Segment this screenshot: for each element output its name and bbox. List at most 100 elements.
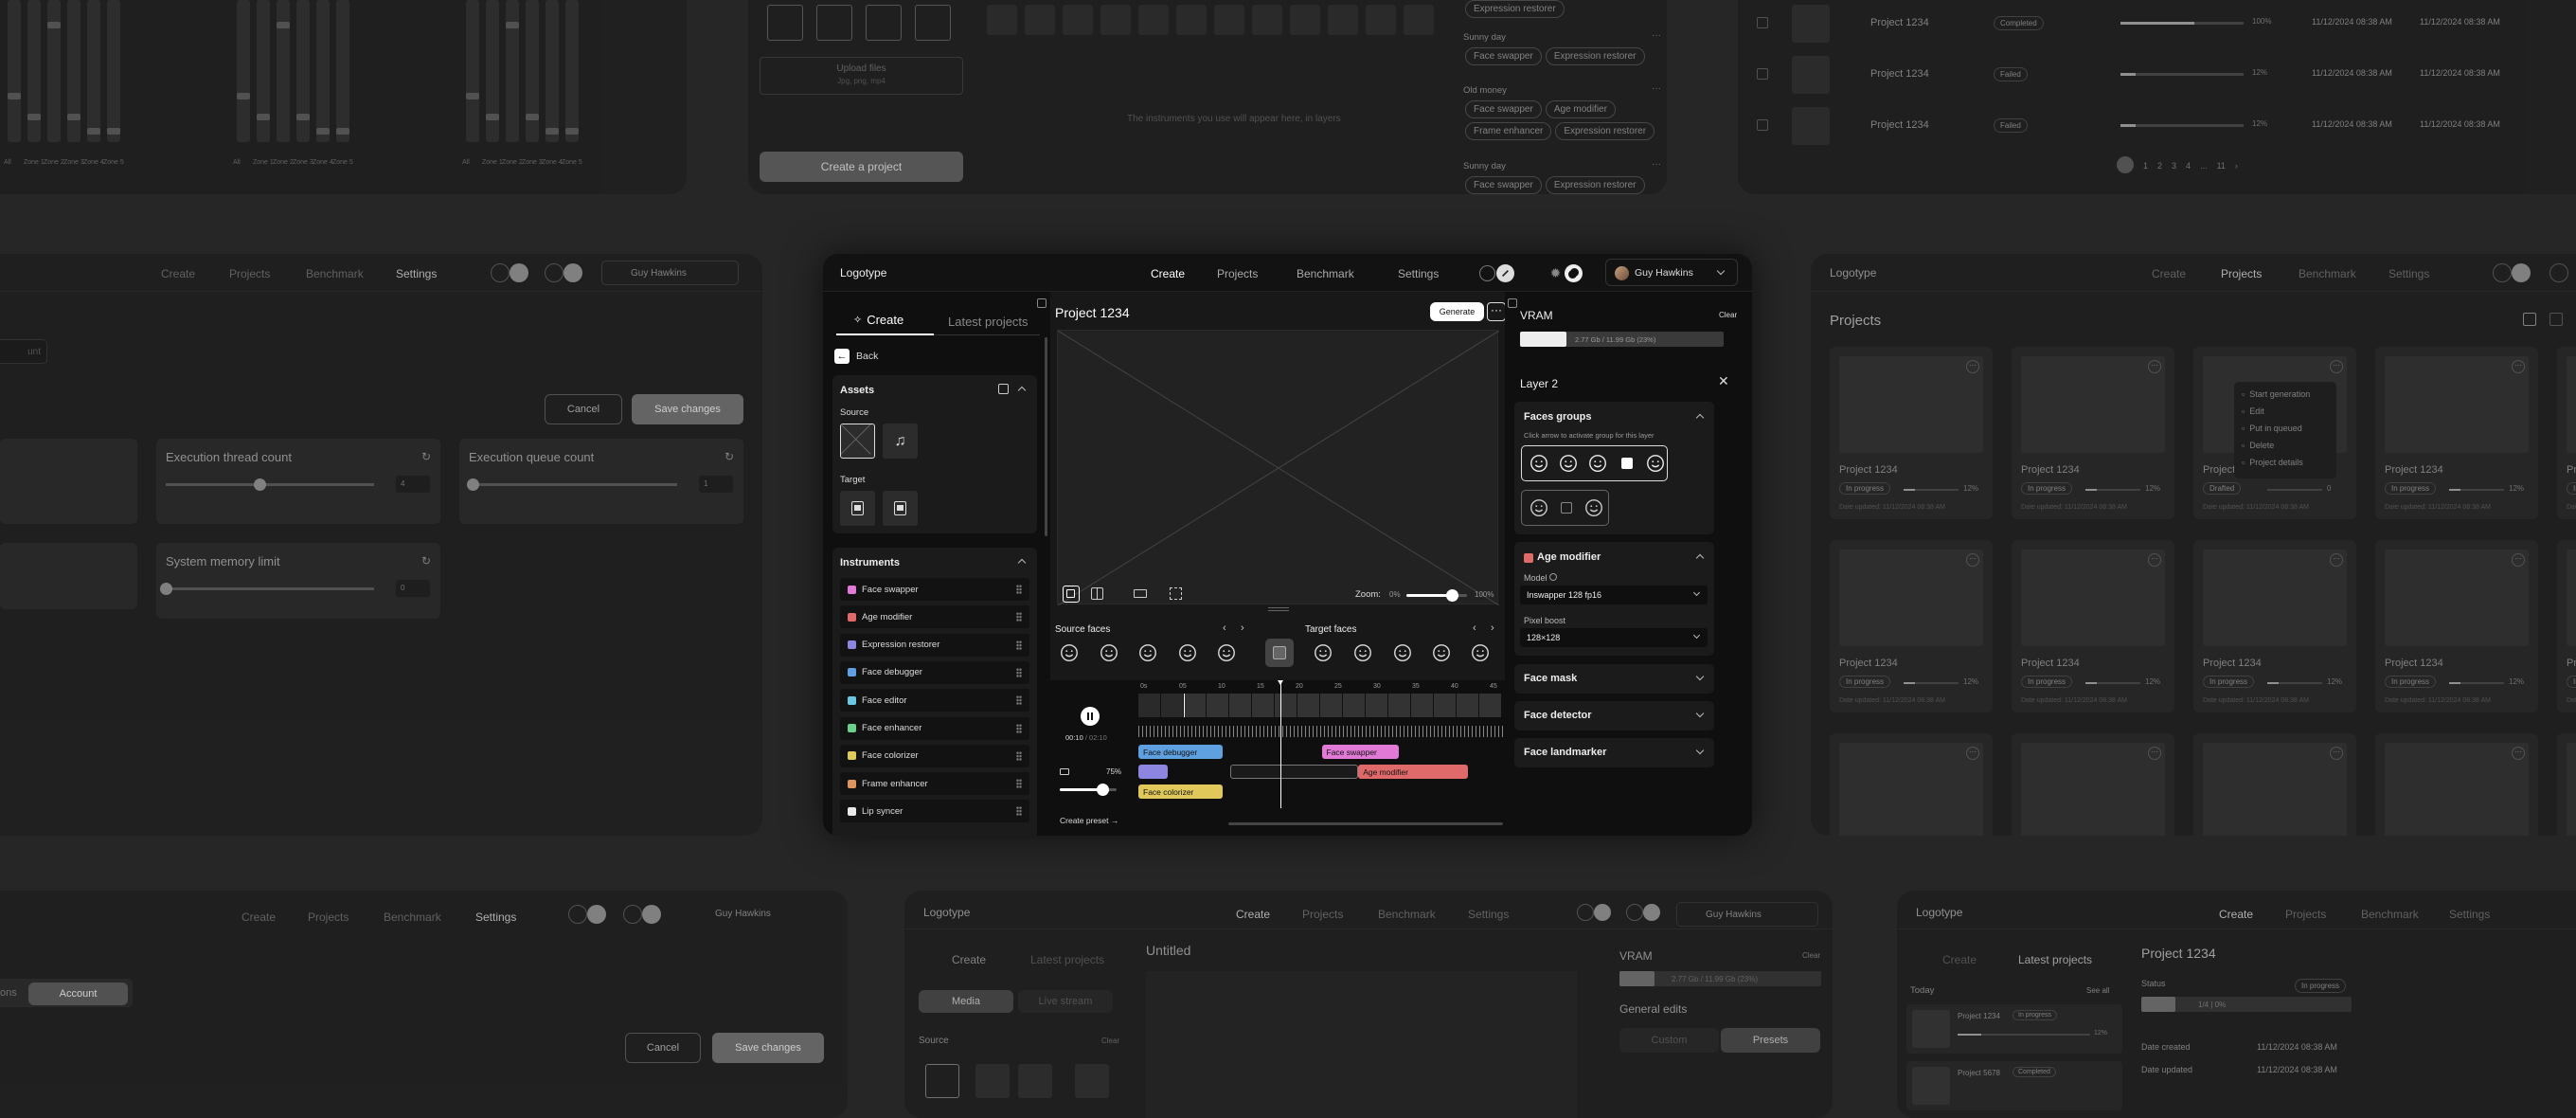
drag-handle-icon[interactable]: [1016, 806, 1022, 817]
instrument-item[interactable]: Frame enhancer: [840, 772, 1029, 796]
left-scrollbar[interactable]: [1045, 337, 1047, 536]
timeline-clip[interactable]: [1138, 765, 1168, 779]
split-view-icon[interactable]: [1091, 587, 1103, 600]
preset-item[interactable]: Sunny day ··· Face swapper Expression resto…: [1463, 30, 1667, 67]
more-options-icon[interactable]: ···: [1966, 360, 1979, 373]
face-group-face[interactable]: [1556, 450, 1581, 477]
more-options-icon[interactable]: ···: [2148, 553, 2161, 567]
setting-value[interactable]: 1: [699, 476, 733, 493]
page-next[interactable]: ›: [2235, 161, 2238, 173]
target-faces-prev[interactable]: ‹: [1473, 622, 1476, 634]
face-group-face[interactable]: [1582, 495, 1606, 521]
nav-projects[interactable]: Projects: [2285, 908, 2326, 921]
nav-settings[interactable]: Settings: [2449, 908, 2490, 921]
page-number[interactable]: 3: [2172, 161, 2176, 173]
nav-benchmark[interactable]: Benchmark: [2299, 267, 2356, 280]
tab-latest-projects[interactable]: Latest projects: [948, 315, 1029, 329]
info-icon[interactable]: [1549, 573, 1558, 581]
preset-item[interactable]: Expression restorer: [1463, 0, 1667, 20]
instrument-item[interactable]: Face debugger: [840, 660, 1029, 684]
nav-projects[interactable]: Projects: [229, 267, 270, 280]
drag-handle-icon[interactable]: [1016, 723, 1022, 733]
face-group-toggle[interactable]: [1265, 639, 1294, 667]
setting-slider[interactable]: [166, 478, 374, 491]
preview-resize-handle[interactable]: [1268, 607, 1289, 611]
timeline-clip[interactable]: Face colorizer: [1138, 784, 1223, 799]
bc-vram-clear[interactable]: Clear: [1802, 951, 1820, 960]
settings2-cancel-button[interactable]: Cancel: [625, 1033, 701, 1063]
face-group-1[interactable]: [1521, 445, 1668, 481]
chevron-up-icon[interactable]: [1695, 553, 1705, 563]
more-options-icon[interactable]: ···: [1966, 553, 1979, 567]
project-card[interactable]: ···: [2012, 733, 2174, 836]
instrument-item[interactable]: Age modifier: [840, 605, 1029, 629]
ons-tab[interactable]: ons: [0, 987, 17, 999]
more-options-icon[interactable]: ···: [2330, 360, 2343, 373]
page-number[interactable]: 11: [2217, 161, 2226, 173]
volume-slider[interactable]: [1060, 784, 1117, 796]
setting-slider-thumb[interactable]: [160, 583, 172, 595]
more-options-icon[interactable]: ···: [1487, 302, 1506, 321]
project-card[interactable]: ···Project 1234In progress12%Date update…: [2375, 540, 2538, 712]
nav-create[interactable]: Create: [2152, 267, 2186, 280]
more-options-icon[interactable]: ···: [2148, 360, 2161, 373]
model-select[interactable]: Inswapper 128 fp16: [1520, 586, 1708, 604]
bl-tab-create[interactable]: Create: [1942, 953, 1977, 966]
source-face[interactable]: [1134, 639, 1162, 667]
bc-presets-tab[interactable]: Presets: [1721, 1028, 1820, 1053]
source-face[interactable]: [1055, 639, 1083, 667]
zoom-slider[interactable]: [1406, 589, 1467, 602]
more-options-icon[interactable]: ···: [1966, 747, 1979, 760]
more-options-icon[interactable]: ···: [2330, 747, 2343, 760]
nav-settings[interactable]: Settings: [396, 267, 437, 280]
face-group-face[interactable]: [1585, 450, 1610, 477]
more-options-icon[interactable]: ···: [2512, 747, 2525, 760]
face-group-activate-icon[interactable]: [1554, 495, 1579, 521]
drag-handle-icon[interactable]: [1016, 585, 1022, 594]
close-layer-icon[interactable]: ✕: [1718, 373, 1729, 389]
table-row[interactable]: Project 1234 Completed 100% 11/12/2024 08:3…: [1738, 0, 2576, 47]
project-card[interactable]: ···: [2557, 733, 2576, 836]
settings-user[interactable]: Guy Hawkins: [601, 261, 739, 285]
source-asset-image[interactable]: [840, 424, 875, 459]
instrument-item[interactable]: Lip syncer: [840, 800, 1029, 823]
face-group-2[interactable]: [1521, 490, 1609, 526]
face-detector-section[interactable]: Face detector: [1514, 701, 1714, 730]
nav-settings[interactable]: Settings: [1468, 908, 1509, 921]
settings-cancel-button[interactable]: Cancel: [545, 394, 622, 424]
bc-media-tab[interactable]: Media: [919, 990, 1013, 1013]
project-card[interactable]: ···Project 1234In progress12%Date update…: [2557, 540, 2576, 712]
timeline-scrollbar[interactable]: [1228, 822, 1503, 825]
timeline-clip[interactable]: Age modifier: [1358, 765, 1469, 779]
face-mask-section[interactable]: Face mask: [1514, 664, 1714, 694]
more-options-icon[interactable]: ···: [2148, 747, 2161, 760]
timeline-clip[interactable]: Face debugger: [1138, 745, 1223, 759]
context-menu-item[interactable]: ▫ Project details: [2242, 458, 2303, 467]
context-menu-item[interactable]: ▫ Put in queued: [2242, 424, 2302, 433]
nav-projects[interactable]: Projects: [1302, 908, 1343, 921]
setting-slider-thumb[interactable]: [254, 478, 266, 491]
pixel-boost-select[interactable]: 128×128: [1520, 628, 1708, 647]
more-options-icon[interactable]: ···: [1652, 159, 1661, 170]
pause-button[interactable]: [1081, 707, 1100, 726]
edit-icon[interactable]: [998, 384, 1009, 394]
volume-icon[interactable]: [1060, 768, 1069, 775]
nav-projects[interactable]: Projects: [2221, 267, 2262, 280]
drag-handle-icon[interactable]: [1016, 640, 1022, 650]
target-face[interactable]: [1349, 639, 1377, 667]
bc-custom-tab[interactable]: Custom: [1619, 1028, 1719, 1053]
source-face[interactable]: [1212, 639, 1241, 667]
instrument-item[interactable]: Face swapper: [840, 578, 1029, 601]
collapse-panel-icon[interactable]: [1037, 298, 1046, 308]
drag-handle-icon[interactable]: [1016, 695, 1022, 706]
nav-settings[interactable]: Settings: [1398, 267, 1439, 280]
timeline-clip[interactable]: Face swapper: [1321, 745, 1399, 759]
upload-dropzone[interactable]: Upload files Jpg, png, mp4: [760, 57, 963, 95]
nav-settings[interactable]: Settings: [2388, 267, 2429, 280]
nav-benchmark[interactable]: Benchmark: [384, 911, 441, 924]
setting-slider-thumb[interactable]: [467, 478, 480, 491]
source-faces-prev[interactable]: ‹: [1223, 622, 1226, 634]
zoom-slider-thumb[interactable]: [1446, 589, 1458, 602]
drag-handle-icon[interactable]: [1016, 612, 1022, 622]
setting-value[interactable]: 0: [396, 580, 430, 597]
